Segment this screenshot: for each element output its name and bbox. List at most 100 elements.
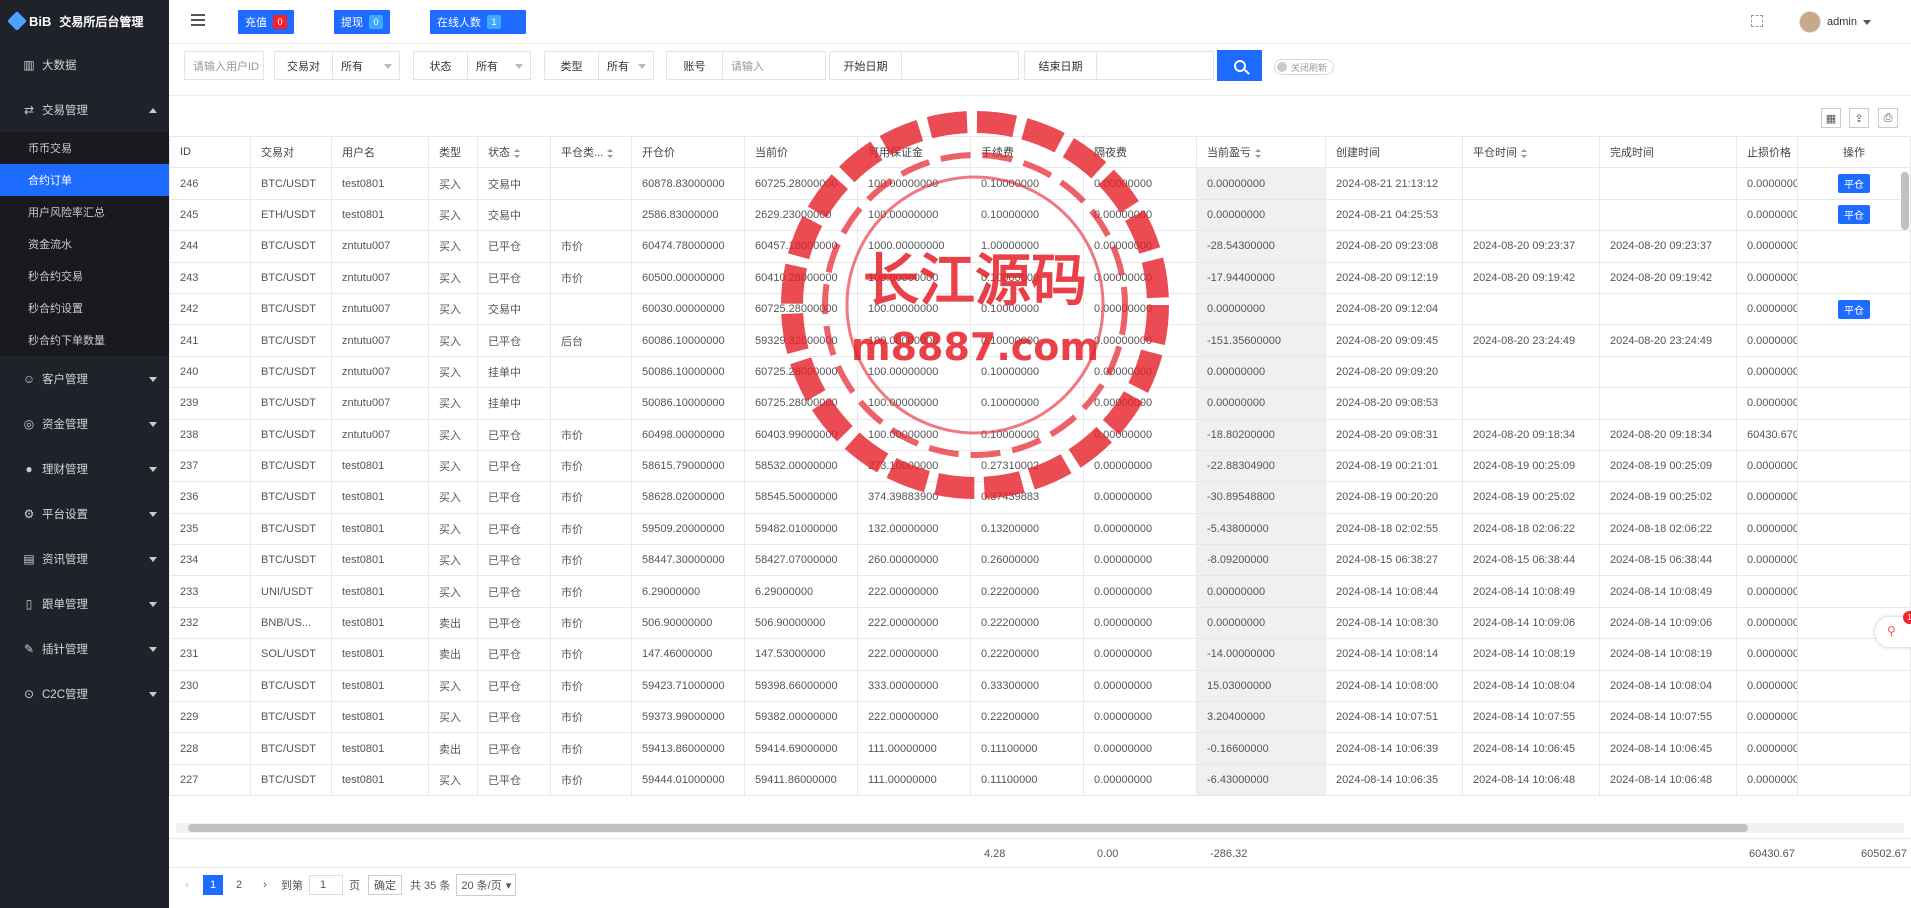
table-cell: 已平仓: [477, 261, 551, 294]
column-header-label: 当前价: [755, 147, 788, 160]
sidebar-item-copy-trading[interactable]: ▯ 跟单管理: [0, 581, 169, 626]
status-select[interactable]: 状态 所有: [413, 51, 531, 80]
scrollbar-thumb[interactable]: [188, 824, 1748, 832]
sidebar-item-bigdata[interactable]: ▥ 大数据: [0, 42, 169, 87]
sidebar-item-trade[interactable]: ⇄ 交易管理: [0, 87, 169, 132]
sidebar-item-c2c[interactable]: ⊙ C2C管理: [0, 671, 169, 716]
vertical-scrollbar[interactable]: [1901, 172, 1909, 230]
auto-refresh-toggle[interactable]: 关闭刷新: [1274, 59, 1334, 75]
export-icon[interactable]: ⇪: [1849, 108, 1869, 128]
logo[interactable]: BiB 交易所后台管理: [0, 0, 169, 42]
location-pin-icon: ⚲: [1887, 624, 1896, 638]
table-cell: 232: [169, 606, 251, 640]
sidebar-item-news[interactable]: ▤ 资讯管理: [0, 536, 169, 581]
end-date-input[interactable]: 结束日期: [1024, 51, 1214, 80]
sidebar-sub-second-trade[interactable]: 秒合约交易: [0, 260, 169, 292]
next-page-icon[interactable]: ›: [255, 875, 275, 895]
table-cell: 15.03000000: [1196, 669, 1326, 703]
recharge-button[interactable]: 充值 0: [238, 10, 294, 34]
table-cell: 2024-08-14 10:06:48: [1462, 763, 1600, 796]
table-row: 240 BTC/USDT zntutu007 买入 挂单中 50086.10000000 6…: [169, 355, 1911, 389]
sidebar-item-finance[interactable]: ● 理财管理: [0, 446, 169, 491]
column-header: ID: [169, 136, 251, 169]
table-cell: 已平仓: [477, 449, 551, 483]
table-cell: 0.00000000: [1736, 732, 1798, 765]
column-header[interactable]: 状态: [477, 136, 551, 169]
columns-icon[interactable]: ▦: [1821, 108, 1841, 128]
table-cell: 111.00000000: [857, 763, 971, 796]
sidebar-sub-fund-flow[interactable]: 资金流水: [0, 228, 169, 260]
column-header: 完成时间: [1599, 136, 1737, 169]
close-position-button[interactable]: 平仓: [1838, 174, 1870, 194]
table-cell: 222.00000000: [857, 701, 971, 734]
goto-confirm-button[interactable]: 确定: [368, 875, 402, 895]
chevron-down-icon: [149, 511, 157, 517]
logo-brand: BiB: [29, 13, 52, 29]
table-cell: 买入: [428, 292, 478, 326]
page-2[interactable]: 2: [229, 875, 249, 895]
sort-icon[interactable]: [1521, 148, 1527, 158]
print-icon[interactable]: ⎙: [1878, 108, 1898, 128]
page-size-select[interactable]: 20 条/页 ▾: [456, 874, 517, 896]
table-cell: -22.88304900: [1196, 449, 1326, 483]
column-header[interactable]: 平仓时间: [1462, 136, 1600, 169]
menu-toggle-icon[interactable]: [191, 14, 205, 26]
sidebar-item-pin[interactable]: ✎ 插针管理: [0, 626, 169, 671]
close-position-button[interactable]: 平仓: [1838, 205, 1870, 225]
sidebar-sub-spot[interactable]: 币币交易: [0, 132, 169, 164]
chevron-down-icon: [149, 646, 157, 652]
fullscreen-icon[interactable]: [1751, 15, 1763, 27]
sidebar-item-funds[interactable]: ◎ 资金管理: [0, 401, 169, 446]
account-input[interactable]: 账号 请输入: [666, 51, 826, 80]
sort-icon[interactable]: [514, 148, 520, 158]
table-cell: 2024-08-21 04:25:53: [1325, 198, 1463, 232]
sidebar-sub-risk-summary[interactable]: 用户风险率汇总: [0, 196, 169, 228]
table-cell: 60030.00000000: [631, 292, 745, 326]
sidebar-item-platform-settings[interactable]: ⚙ 平台设置: [0, 491, 169, 536]
online-users-button[interactable]: 在线人数 1: [430, 10, 526, 34]
table-cell: test0801: [331, 481, 429, 514]
table-cell: 2024-08-14 10:06:35: [1325, 763, 1463, 796]
type-select[interactable]: 类型 所有: [544, 51, 654, 80]
table-cell: 100.00000000: [857, 292, 971, 326]
table-cell: 0.00000000: [1196, 575, 1326, 608]
table-cell: 2024-08-14 10:06:45: [1462, 732, 1600, 765]
table-cell: [1797, 763, 1911, 796]
table-cell: [1797, 512, 1911, 546]
table-cell: 0.00000000: [1083, 292, 1197, 326]
table-cell: 60457.18000000: [744, 230, 858, 263]
horizontal-scrollbar[interactable]: [176, 823, 1904, 833]
goto-page-input[interactable]: 1: [309, 875, 343, 895]
column-header[interactable]: 平仓类...: [550, 136, 632, 169]
totals-row: 4.28 0.00 -286.32 60430.67 60502.67: [169, 838, 1911, 868]
table-cell: 0.00000000: [1083, 669, 1197, 703]
column-header[interactable]: 当前盈亏: [1196, 136, 1326, 169]
user-menu[interactable]: admin: [1799, 11, 1871, 33]
close-position-button[interactable]: 平仓: [1838, 299, 1870, 319]
table-cell: 100.00000000: [857, 387, 971, 420]
start-date-input[interactable]: 开始日期: [829, 51, 1019, 80]
sidebar-sub-contract-orders[interactable]: 合约订单: [0, 164, 169, 196]
pair-select[interactable]: 交易对 所有: [274, 51, 400, 80]
sidebar-sub-second-settings[interactable]: 秒合约设置: [0, 292, 169, 324]
chart-icon: ▥: [23, 57, 35, 72]
pair-value: 所有: [341, 60, 363, 73]
table-cell: 58628.02000000: [631, 481, 745, 514]
table-cell: UNI/USDT: [250, 575, 332, 608]
withdraw-button[interactable]: 提现 0: [334, 10, 390, 34]
prev-page-icon[interactable]: ‹: [177, 875, 197, 895]
search-button[interactable]: [1217, 50, 1262, 81]
sort-icon[interactable]: [1255, 148, 1261, 158]
floating-pin-button[interactable]: ⚲ 1: [1875, 611, 1911, 647]
table-cell: 0.00000000: [1736, 324, 1798, 357]
sidebar-item-customers[interactable]: ☺ 客户管理: [0, 356, 169, 401]
user-id-input[interactable]: 请输入用户ID: [184, 51, 264, 80]
sidebar-sub-second-order-count[interactable]: 秒合约下单数量: [0, 324, 169, 356]
table-cell: 0.00000000: [1196, 167, 1326, 200]
page-1[interactable]: 1: [203, 875, 223, 895]
sort-icon[interactable]: [607, 148, 614, 158]
table-cell: 246: [169, 167, 251, 200]
table-row: 241 BTC/USDT zntutu007 买入 已平仓 后台 60086.1000000…: [169, 324, 1911, 357]
total-pnl: -286.32: [1210, 848, 1248, 860]
table-cell: 0.00000000: [1736, 701, 1798, 734]
